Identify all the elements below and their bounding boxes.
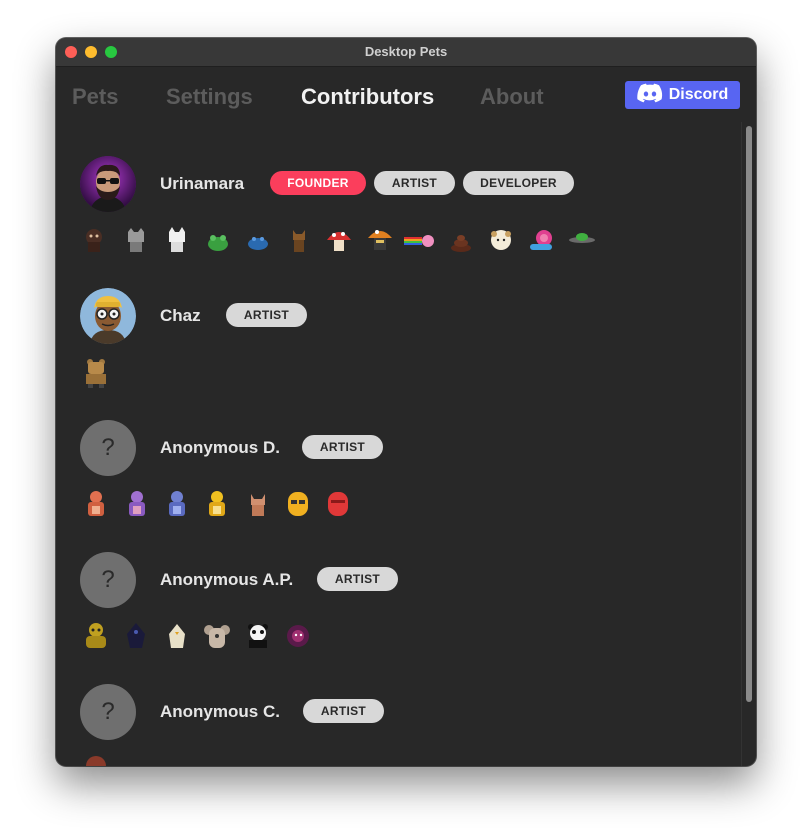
grey-cat-pet-icon[interactable] [120, 224, 152, 256]
contributor-card: ? Anonymous D. ARTIST [56, 420, 741, 552]
bearded-man-avatar-icon [80, 156, 136, 212]
tab-pets[interactable]: Pets [72, 84, 118, 110]
founder-badge: FOUNDER [270, 171, 366, 195]
role-badges: ARTIST [226, 303, 307, 327]
artist-badge: ARTIST [226, 303, 307, 327]
discord-label: Discord [668, 86, 729, 103]
bear-pet-icon[interactable] [80, 356, 112, 388]
yellow-ape-pet-icon[interactable] [80, 620, 112, 652]
orange-dino-pet-icon[interactable] [80, 488, 112, 520]
anonymous-avatar: ? [80, 420, 136, 476]
title-bar[interactable]: Desktop Pets [56, 38, 756, 67]
app-window: Desktop Pets Pets Settings Contributors … [56, 38, 756, 766]
discord-icon [637, 83, 663, 108]
monkey-pet-icon[interactable] [80, 224, 112, 256]
contributors-list[interactable]: Urinamara FOUNDER ARTIST DEVELOPER Chaz … [56, 122, 741, 766]
fox-pet-icon[interactable] [242, 488, 274, 520]
red-pet-icon[interactable] [80, 752, 112, 766]
discord-button[interactable]: Discord [625, 81, 740, 109]
artist-badge: ARTIST [303, 699, 384, 723]
window-title: Desktop Pets [364, 44, 448, 59]
contributor-name: Chaz [160, 306, 201, 325]
white-bird-pet-icon[interactable] [161, 620, 193, 652]
blue-crab-pet-icon[interactable] [242, 224, 274, 256]
role-badges: ARTIST [302, 435, 383, 459]
purple-dino-pet-icon[interactable] [121, 488, 153, 520]
role-badges: ARTIST [317, 567, 398, 591]
artist-badge: ARTIST [374, 171, 455, 195]
tab-contributors[interactable]: Contributors [301, 84, 434, 110]
role-badges: ARTIST [303, 699, 384, 723]
white-cat-pet-icon[interactable] [161, 224, 193, 256]
wizard-mushroom-pet-icon[interactable] [364, 224, 396, 256]
contributor-name: Anonymous C. [160, 702, 280, 721]
contributor-name: Anonymous D. [160, 438, 280, 457]
contributor-card: Urinamara FOUNDER ARTIST DEVELOPER [56, 156, 741, 288]
yellow-blob-pet-icon[interactable] [282, 488, 314, 520]
yellow-dino-pet-icon[interactable] [201, 488, 233, 520]
blue-dino-pet-icon[interactable] [161, 488, 193, 520]
dark-bird-pet-icon[interactable] [120, 620, 152, 652]
scrollbar-thumb[interactable] [746, 126, 752, 702]
tab-about[interactable]: About [480, 84, 544, 110]
contributor-card: ? Anonymous C. ARTIST [56, 684, 741, 766]
contributor-name: Urinamara [160, 174, 245, 193]
cartoon-man-avatar-icon [80, 288, 136, 344]
contributor-card: ? Anonymous A.P. ARTIST [56, 552, 741, 684]
red-blob-pet-icon[interactable] [322, 488, 354, 520]
role-badges: FOUNDER ARTIST DEVELOPER [270, 171, 574, 195]
koala-pet-icon[interactable] [201, 620, 233, 652]
ufo-pet-icon[interactable] [566, 224, 598, 256]
sheep-pet-icon[interactable] [485, 224, 517, 256]
contributor-name: Anonymous A.P. [160, 570, 294, 589]
snail-pet-icon[interactable] [526, 224, 558, 256]
developer-badge: DEVELOPER [463, 171, 574, 195]
tab-settings[interactable]: Settings [166, 84, 253, 110]
anonymous-avatar: ? [80, 552, 136, 608]
artist-badge: ARTIST [302, 435, 383, 459]
avatar [80, 156, 136, 212]
poop-pet-icon[interactable] [445, 224, 477, 256]
artist-badge: ARTIST [317, 567, 398, 591]
brown-dog-pet-icon[interactable] [283, 224, 315, 256]
anonymous-avatar: ? [80, 684, 136, 740]
panda-pet-icon[interactable] [242, 620, 274, 652]
hedgehog-pet-icon[interactable] [282, 620, 314, 652]
green-frog-pet-icon[interactable] [202, 224, 234, 256]
red-mushroom-pet-icon[interactable] [323, 224, 355, 256]
contributor-card: Chaz ARTIST [56, 288, 741, 420]
rainbow-cat-pet-icon[interactable] [404, 224, 436, 256]
avatar [80, 288, 136, 344]
